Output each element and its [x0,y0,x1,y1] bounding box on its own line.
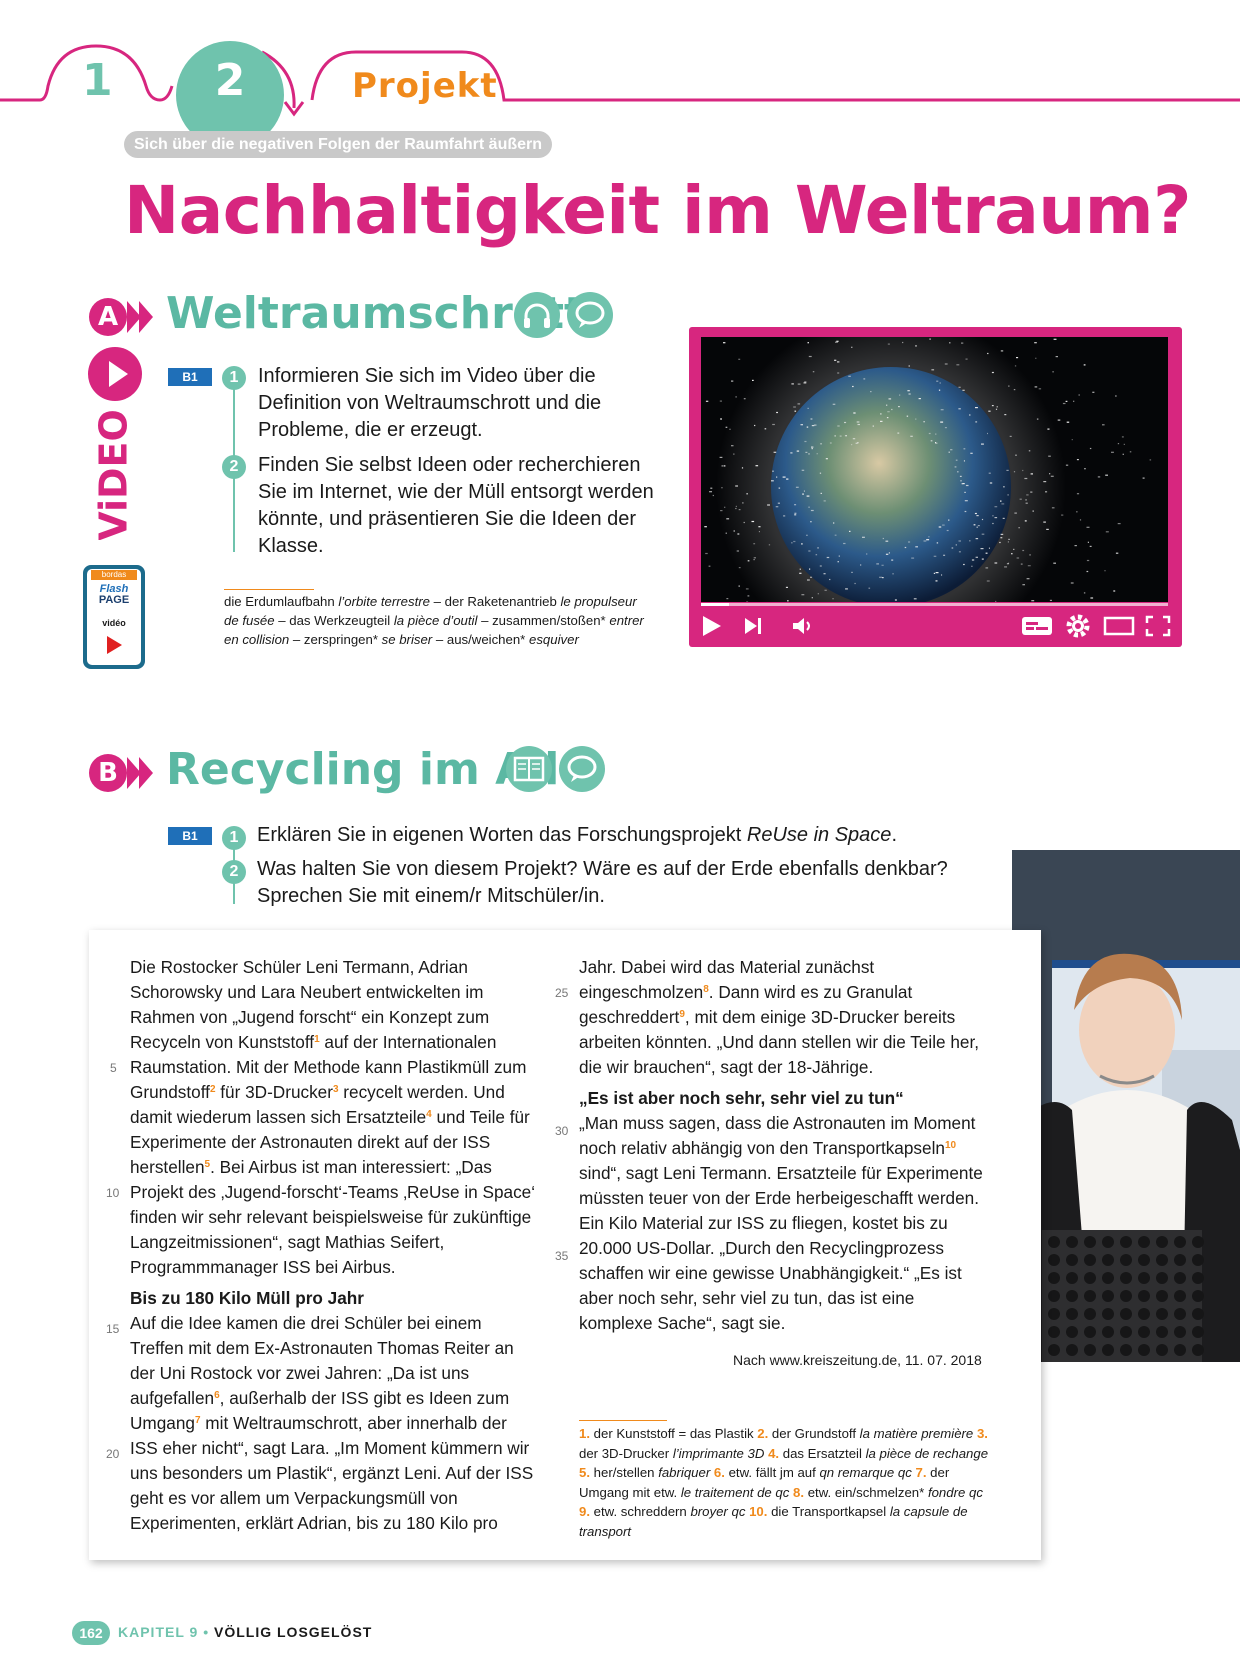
line-number-25: 25 [555,986,569,1000]
line-number-20: 20 [106,1447,120,1461]
section-b-badge: B [89,754,127,792]
level-badge-b: B1 [168,827,212,845]
headphones-icon [514,292,560,338]
video-frame[interactable] [701,337,1168,602]
vocab-a: die Erdumlaufbahn l’orbite terrestre – d… [224,594,644,647]
line-number-35: 35 [555,1249,569,1263]
section-a-arrow-2 [139,301,153,333]
line-number-10: 10 [106,1186,120,1200]
speech-bubble-icon [567,292,613,338]
footnote-rule [579,1420,667,1421]
video-play-badge[interactable] [88,347,142,401]
article-source: Nach www.kreiszeitung.de, 11. 07. 2018 [733,1352,982,1368]
flashpage-line2: PAGE [98,594,130,606]
project-tab[interactable]: Projekt [352,66,498,106]
lesson-objective: Sich über die negativen Folgen der Raumf… [124,131,552,158]
article-right-column: Jahr. Dabei wird das Material zunächst e… [579,955,986,1336]
task-a2-number: 2 [222,455,246,479]
task-b1-number: 1 [222,826,246,850]
section-b-arrow-2 [139,757,153,789]
video-player[interactable] [689,327,1182,647]
line-number-5: 5 [110,1061,117,1075]
vocab-rule [224,589,314,590]
line-number-30: 30 [555,1124,569,1138]
article-subheading-1: Bis zu 180 Kilo Müll pro Jahr [130,1288,364,1308]
article-subheading-2: „Es ist aber noch sehr, sehr viel zu tun… [579,1088,904,1108]
task-a2-text: Finden Sie selbst Ideen oder recherchier… [258,454,654,557]
task-b2-number: 2 [222,860,246,884]
settings-icon[interactable] [1063,611,1093,641]
flashpage-brand: bordas [91,570,137,580]
section-a-badge: A [89,298,127,336]
chapter-tab-2[interactable]: 2 [176,55,284,106]
task-b1-text: Erklären Sie in eigenen Worten das Forsc… [257,824,897,846]
task-a1-number: 1 [222,366,246,390]
level-badge-a: B1 [168,368,212,386]
theater-mode-icon[interactable] [1101,612,1137,640]
skip-next-icon[interactable] [739,612,767,640]
line-number-15: 15 [106,1322,120,1336]
section-b-title: Recycling im All [166,744,560,795]
volume-icon[interactable] [789,612,817,640]
video-label: ViDEO [86,409,146,541]
play-icon[interactable] [697,612,727,640]
flashpage-play-icon [107,636,122,654]
book-icon [506,746,552,792]
svg-text:ViDEO: ViDEO [92,410,136,540]
page-title: Nachhaltigkeit im Weltraum? [124,172,1191,249]
flashpage-line3: vidéo [102,618,126,628]
fullscreen-icon[interactable] [1143,612,1173,640]
task-b2-text: Was halten Sie von diesem Projekt? Wäre … [257,858,948,907]
chapter-tab-1[interactable]: 1 [82,55,113,106]
flashpage-card[interactable]: bordas Flash PAGE vidéo [83,565,145,669]
footer-chapter: KAPITEL 9 • VÖLLIG LOSGELÖST [118,1624,373,1640]
article-left-column: Die Rostocker Schüler Leni Termann, Adri… [130,957,536,1533]
subtitles-icon[interactable] [1019,612,1055,640]
page-number: 162 [72,1621,110,1645]
video-progress-bar[interactable] [701,603,1168,606]
play-icon [109,361,128,387]
footnotes: 1. der Kunststoff = das Plastik 2. der G… [579,1426,989,1539]
student-photo [1012,850,1240,1362]
task-a1-text: Informieren Sie sich im Video über die D… [258,365,602,441]
speech-bubble-icon [559,746,605,792]
